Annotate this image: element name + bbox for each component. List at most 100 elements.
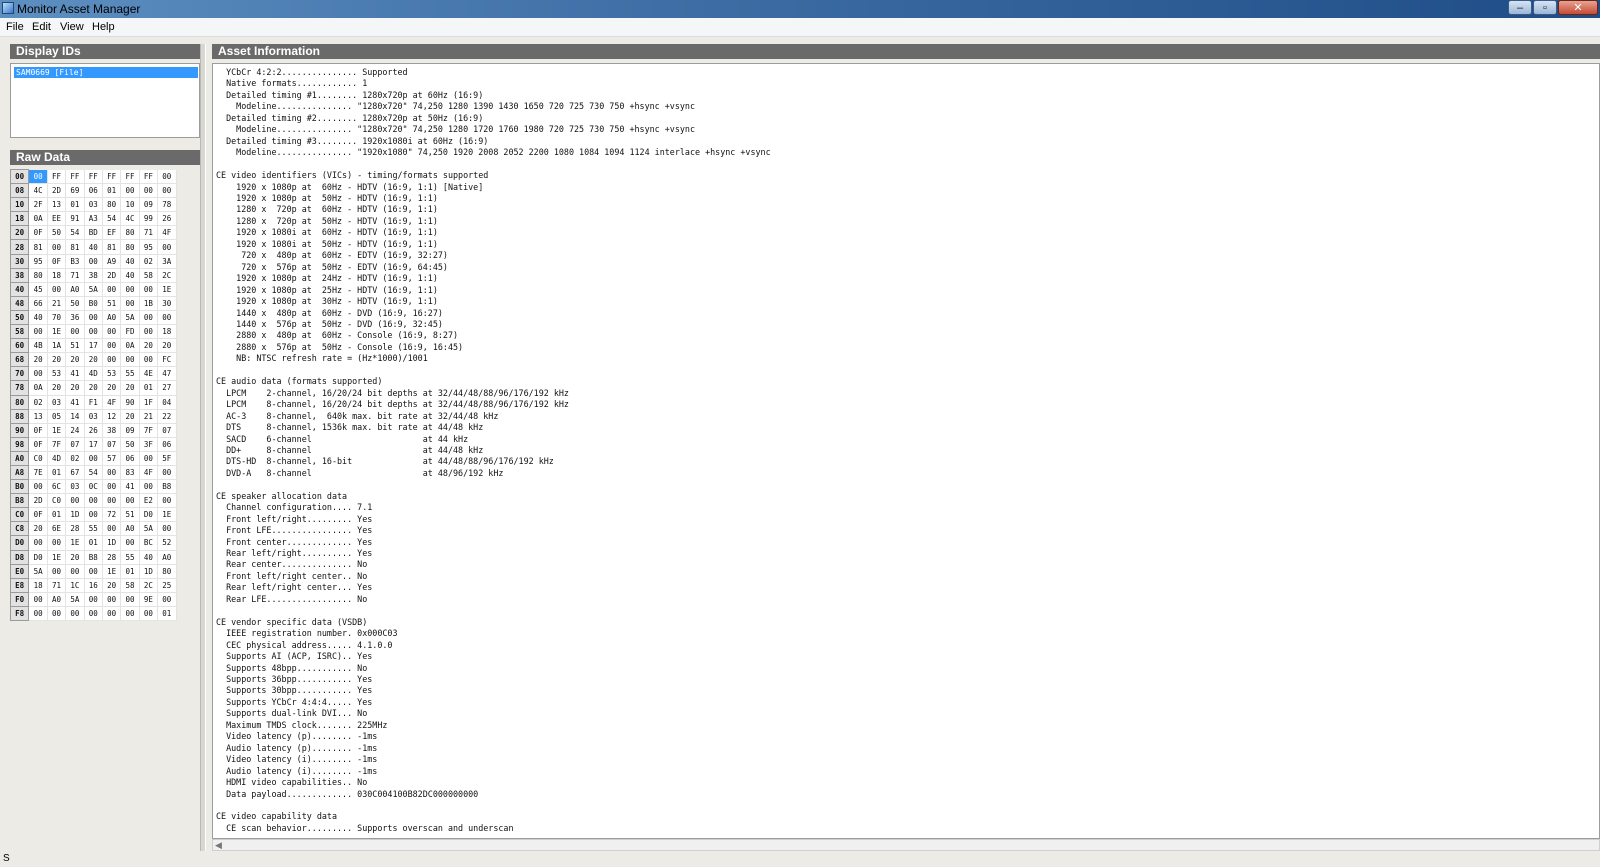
raw-data-byte[interactable]: 1E: [65, 535, 85, 551]
raw-data-byte[interactable]: E2: [139, 493, 159, 509]
raw-data-byte[interactable]: 10: [120, 197, 140, 213]
raw-data-byte[interactable]: 1E: [47, 324, 67, 340]
raw-data-byte[interactable]: 81: [65, 239, 85, 255]
raw-data-byte[interactable]: 00: [139, 282, 159, 297]
raw-data-byte[interactable]: 00: [102, 352, 122, 368]
raw-data-byte[interactable]: 20: [139, 338, 159, 354]
raw-data-byte[interactable]: 00: [139, 352, 159, 368]
raw-data-byte[interactable]: 00: [84, 493, 103, 509]
raw-data-byte[interactable]: 40: [120, 254, 140, 269]
raw-data-byte[interactable]: 13: [28, 409, 48, 424]
raw-data-byte[interactable]: 07: [157, 423, 177, 438]
raw-data-byte[interactable]: 80: [28, 268, 48, 283]
raw-data-byte[interactable]: 41: [65, 366, 85, 382]
raw-data-byte[interactable]: 51: [65, 338, 85, 354]
raw-data-byte[interactable]: 00: [47, 606, 67, 622]
raw-data-byte[interactable]: 00: [65, 324, 85, 340]
raw-data-byte[interactable]: 02: [65, 451, 85, 466]
raw-data-byte[interactable]: 20: [65, 352, 85, 368]
raw-data-byte[interactable]: 00: [102, 479, 122, 495]
raw-data-byte[interactable]: 00: [84, 564, 103, 579]
raw-data-byte[interactable]: 2D: [47, 183, 67, 199]
raw-data-byte[interactable]: 41: [120, 479, 140, 495]
raw-data-byte[interactable]: 80: [120, 239, 140, 255]
raw-data-byte[interactable]: 20: [102, 380, 122, 396]
raw-data-byte[interactable]: 02: [28, 395, 48, 410]
raw-data-byte[interactable]: 20: [102, 578, 122, 593]
raw-data-byte[interactable]: A0: [157, 550, 177, 565]
raw-data-byte[interactable]: 00: [139, 310, 159, 326]
raw-data-byte[interactable]: 54: [65, 225, 85, 241]
raw-data-byte[interactable]: 54: [102, 211, 122, 227]
raw-data-byte[interactable]: A0: [120, 521, 140, 537]
raw-data-byte[interactable]: 06: [157, 437, 177, 452]
raw-data-byte[interactable]: 4D: [84, 366, 103, 382]
raw-data-byte[interactable]: 38: [84, 268, 103, 283]
raw-data-byte[interactable]: 0A: [28, 380, 48, 396]
raw-data-byte[interactable]: 00: [120, 296, 140, 311]
raw-data-byte[interactable]: 00: [102, 606, 122, 622]
raw-data-byte[interactable]: 5F: [157, 451, 177, 466]
raw-data-byte[interactable]: 0A: [120, 338, 140, 354]
menu-view[interactable]: View: [60, 21, 84, 33]
raw-data-byte[interactable]: 50: [47, 225, 67, 241]
raw-data-byte[interactable]: 00: [120, 592, 140, 607]
raw-data-byte[interactable]: 00: [102, 338, 122, 354]
raw-data-byte[interactable]: 55: [120, 366, 140, 382]
raw-data-byte[interactable]: 01: [65, 197, 85, 213]
raw-data-byte[interactable]: 1A: [47, 338, 67, 354]
raw-data-byte[interactable]: 00: [102, 465, 122, 481]
raw-data-byte[interactable]: 16: [84, 578, 103, 593]
raw-data-byte[interactable]: 22: [157, 409, 177, 424]
raw-data-byte[interactable]: 00: [28, 606, 48, 622]
raw-data-byte[interactable]: 1D: [139, 564, 159, 579]
raw-data-byte[interactable]: 7F: [139, 423, 159, 438]
raw-data-byte[interactable]: 1E: [47, 423, 67, 438]
raw-data-byte[interactable]: 6C: [47, 479, 67, 495]
scroll-left-icon[interactable]: ◀: [215, 840, 222, 851]
raw-data-byte[interactable]: 00: [84, 310, 103, 326]
raw-data-byte[interactable]: 1E: [157, 282, 177, 297]
raw-data-byte[interactable]: 20: [47, 380, 67, 396]
raw-data-byte[interactable]: 52: [157, 535, 177, 551]
splitter[interactable]: [200, 44, 206, 867]
raw-data-byte[interactable]: 00: [84, 451, 103, 466]
raw-data-byte[interactable]: 81: [28, 239, 48, 255]
raw-data-byte[interactable]: 38: [102, 423, 122, 438]
raw-data-byte[interactable]: 0A: [28, 211, 48, 227]
raw-data-byte[interactable]: 00: [84, 507, 103, 523]
raw-data-byte[interactable]: 1E: [47, 550, 67, 565]
raw-data-byte[interactable]: 40: [28, 310, 48, 326]
raw-data-byte[interactable]: 83: [120, 465, 140, 481]
raw-data-byte[interactable]: 20: [65, 380, 85, 396]
raw-data-byte[interactable]: 00: [28, 479, 48, 495]
raw-data-byte[interactable]: 00: [84, 254, 103, 269]
raw-data-byte[interactable]: 00: [47, 564, 67, 579]
raw-data-byte[interactable]: 9E: [139, 592, 159, 607]
raw-data-byte[interactable]: 40: [120, 268, 140, 283]
raw-data-byte[interactable]: 13: [47, 197, 67, 213]
raw-data-byte[interactable]: A0: [47, 592, 67, 607]
close-button[interactable]: ✕: [1558, 0, 1598, 15]
raw-data-byte[interactable]: D0: [139, 507, 159, 523]
raw-data-byte[interactable]: 0F: [28, 225, 48, 241]
raw-data-byte[interactable]: 00: [120, 183, 140, 199]
raw-data-byte[interactable]: FF: [65, 169, 85, 185]
raw-data-byte[interactable]: 00: [47, 239, 67, 255]
raw-data-table[interactable]: 00 00 FF FF FF FF FF FF 00 08 4C 2D 69 06 01 00 00 00 10 2F…: [9, 168, 177, 622]
raw-data-byte[interactable]: B8: [84, 550, 103, 565]
raw-data-byte[interactable]: C0: [28, 451, 48, 466]
raw-data-byte[interactable]: 6E: [47, 521, 67, 537]
raw-data-byte[interactable]: 00: [84, 592, 103, 607]
raw-data-byte[interactable]: 07: [102, 437, 122, 452]
raw-data-byte[interactable]: 17: [84, 437, 103, 452]
raw-data-byte[interactable]: 0F: [28, 423, 48, 438]
raw-data-byte[interactable]: D0: [28, 550, 48, 565]
raw-data-byte[interactable]: FC: [157, 352, 177, 368]
raw-data-byte[interactable]: 1F: [139, 395, 159, 410]
raw-data-byte[interactable]: 00: [84, 324, 103, 340]
raw-data-byte[interactable]: 4F: [139, 465, 159, 481]
raw-data-byte[interactable]: 04: [157, 395, 177, 410]
raw-data-byte[interactable]: 81: [102, 239, 122, 255]
raw-data-byte[interactable]: 02: [139, 254, 159, 269]
